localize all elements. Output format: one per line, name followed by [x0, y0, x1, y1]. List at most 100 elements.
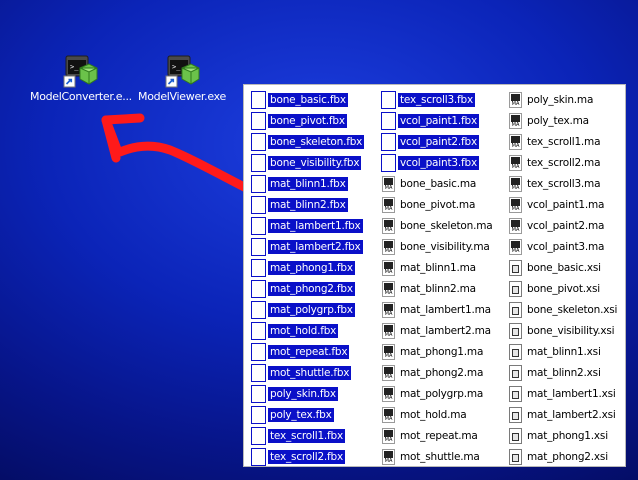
file-item[interactable]: MA tex_scroll3.ma: [509, 173, 619, 194]
file-item[interactable]: bone_visibility.fbx: [251, 152, 364, 173]
file-name: mat_lambert2.xsi: [527, 408, 616, 421]
file-item[interactable]: MA bone_pivot.ma: [382, 194, 494, 215]
file-item[interactable]: tex_scroll2.fbx: [251, 446, 364, 466]
file-item[interactable]: mot_repeat.fbx: [251, 341, 364, 362]
file-item[interactable]: mat_polygrp.fbx: [251, 299, 364, 320]
file-name: vcol_paint1.ma: [527, 198, 605, 211]
file-item[interactable]: mat_blinn2.fbx: [251, 194, 364, 215]
xsi-file-icon: [509, 385, 522, 402]
fbx-file-icon: [251, 153, 266, 172]
file-item[interactable]: MA poly_skin.ma: [509, 89, 619, 110]
svg-text:>_: >_: [172, 63, 181, 71]
ma-file-icon: MA: [382, 427, 395, 444]
file-item[interactable]: mat_lambert1.xsi: [509, 383, 619, 404]
file-item[interactable]: MA mot_hold.ma: [382, 404, 494, 425]
file-item[interactable]: MA mat_blinn1.ma: [382, 257, 494, 278]
file-name: mat_lambert1.ma: [400, 303, 491, 316]
ma-file-icon: MA: [382, 364, 395, 381]
file-item[interactable]: MA mat_lambert1.ma: [382, 299, 494, 320]
file-item[interactable]: bone_skeleton.fbx: [251, 131, 365, 152]
file-item[interactable]: MA mot_shuttle.ma: [382, 446, 494, 466]
file-item[interactable]: poly_skin.fbx: [251, 383, 364, 404]
file-item[interactable]: mat_lambert2.fbx: [251, 236, 364, 257]
fbx-file-icon: [251, 363, 266, 382]
file-item[interactable]: MA mat_phong1.ma: [382, 341, 494, 362]
file-item[interactable]: bone_basic.fbx: [251, 89, 364, 110]
file-item[interactable]: MA bone_basic.ma: [382, 173, 494, 194]
file-name: mat_phong2.fbx: [268, 281, 355, 296]
file-explorer-pane[interactable]: bone_basic.fbx bone_pivot.fbx bone_skeleto…: [243, 84, 626, 467]
file-item[interactable]: bone_pivot.fbx: [251, 110, 364, 131]
file-item[interactable]: MA bone_visibility.ma: [382, 236, 494, 257]
ma-file-icon: MA: [509, 91, 522, 108]
xsi-file-icon: [509, 259, 522, 276]
file-item[interactable]: vcol_paint3.fbx: [381, 152, 494, 173]
file-item[interactable]: vcol_paint2.fbx: [381, 131, 494, 152]
file-item[interactable]: tex_scroll3.fbx: [381, 89, 494, 110]
ma-file-icon: MA: [382, 322, 395, 339]
file-item[interactable]: MA bone_skeleton.ma: [382, 215, 494, 236]
file-name: mat_lambert2.fbx: [268, 239, 363, 254]
file-name: vcol_paint2.fbx: [398, 134, 479, 149]
file-name: tex_scroll3.fbx: [398, 92, 476, 107]
file-name: tex_scroll3.ma: [527, 177, 601, 190]
file-name: vcol_paint1.fbx: [398, 113, 479, 128]
file-name: mot_shuttle.ma: [400, 450, 480, 463]
file-item[interactable]: mat_phong1.xsi: [509, 425, 619, 446]
ma-file-icon: MA: [382, 196, 395, 213]
file-name: tex_scroll2.ma: [527, 156, 601, 169]
file-item[interactable]: mat_phong1.fbx: [251, 257, 364, 278]
file-name: mot_repeat.fbx: [268, 344, 350, 359]
file-item[interactable]: MA mot_repeat.ma: [382, 425, 494, 446]
fbx-file-icon: [381, 111, 396, 130]
file-item[interactable]: MA mat_phong2.ma: [382, 362, 494, 383]
file-item[interactable]: bone_basic.xsi: [509, 257, 619, 278]
file-column-3: MA poly_skin.ma MA poly_tex.ma MA tex_scroll1…: [509, 89, 619, 466]
desktop-icon-model-viewer[interactable]: >_ ModelViewer.exe: [132, 54, 232, 103]
file-item[interactable]: MA vcol_paint3.ma: [509, 236, 619, 257]
fbx-file-icon: [251, 279, 266, 298]
file-item[interactable]: mat_phong2.fbx: [251, 278, 364, 299]
ma-file-icon: MA: [509, 238, 522, 255]
file-item[interactable]: MA poly_tex.ma: [509, 110, 619, 131]
file-item[interactable]: poly_tex.fbx: [251, 404, 364, 425]
file-item[interactable]: bone_pivot.xsi: [509, 278, 619, 299]
file-item[interactable]: bone_visibility.xsi: [509, 320, 619, 341]
file-item[interactable]: vcol_paint1.fbx: [381, 110, 494, 131]
fbx-file-icon: [251, 258, 266, 277]
fbx-file-icon: [251, 384, 266, 403]
file-name: poly_tex.ma: [527, 114, 589, 127]
program-shortcut-icon: >_: [62, 54, 98, 88]
file-name: poly_skin.fbx: [268, 386, 338, 401]
file-name: mot_shuttle.fbx: [268, 365, 352, 380]
file-name: mat_phong1.ma: [400, 345, 484, 358]
desktop-icon-model-converter[interactable]: >_ ModelConverter.e...: [30, 54, 132, 103]
file-item[interactable]: MA tex_scroll2.ma: [509, 152, 619, 173]
file-item[interactable]: MA mat_polygrp.ma: [382, 383, 494, 404]
file-name: bone_visibility.ma: [400, 240, 490, 253]
file-name: mot_hold.ma: [400, 408, 467, 421]
file-item[interactable]: mat_lambert1.fbx: [251, 215, 364, 236]
file-item[interactable]: MA mat_blinn2.ma: [382, 278, 494, 299]
file-item[interactable]: mat_blinn2.xsi: [509, 362, 619, 383]
file-item[interactable]: tex_scroll1.fbx: [251, 425, 364, 446]
ma-file-icon: MA: [509, 175, 522, 192]
desktop-icon-label: ModelViewer.exe: [138, 90, 226, 103]
file-item[interactable]: MA vcol_paint1.ma: [509, 194, 619, 215]
file-name: bone_skeleton.xsi: [527, 303, 618, 316]
file-item[interactable]: mat_lambert2.xsi: [509, 404, 619, 425]
file-item[interactable]: MA vcol_paint2.ma: [509, 215, 619, 236]
file-item[interactable]: mot_hold.fbx: [251, 320, 364, 341]
fbx-file-icon: [251, 300, 266, 319]
file-item[interactable]: mat_phong2.xsi: [509, 446, 619, 466]
file-item[interactable]: mat_blinn1.fbx: [251, 173, 364, 194]
file-name: mat_phong1.xsi: [527, 429, 608, 442]
file-item[interactable]: MA tex_scroll1.ma: [509, 131, 619, 152]
fbx-file-icon: [251, 111, 266, 130]
file-name: bone_basic.ma: [400, 177, 477, 190]
file-item[interactable]: bone_skeleton.xsi: [509, 299, 619, 320]
fbx-file-icon: [381, 132, 396, 151]
file-item[interactable]: mot_shuttle.fbx: [251, 362, 364, 383]
file-item[interactable]: MA mat_lambert2.ma: [382, 320, 494, 341]
file-item[interactable]: mat_blinn1.xsi: [509, 341, 619, 362]
